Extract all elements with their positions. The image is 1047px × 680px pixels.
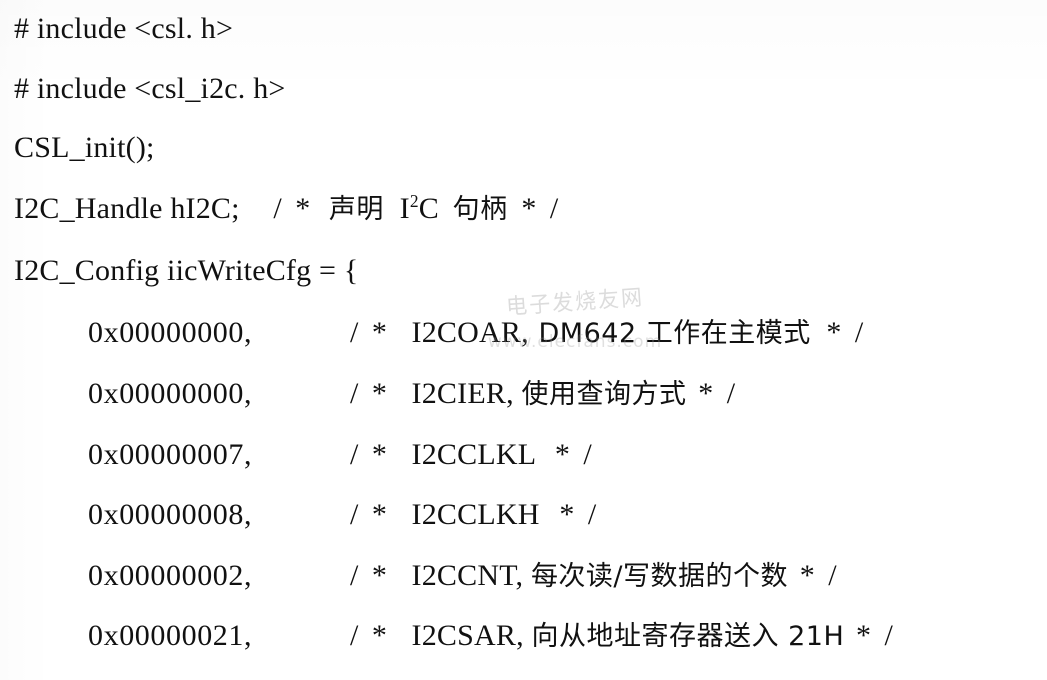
code-listing: # include <csl. h> # include <csl_i2c. h… [0, 0, 1047, 680]
hex-value: 0x00000008, [88, 498, 253, 531]
comment-description: DM642 工作在主模式 [538, 318, 811, 349]
register-name: I2CCLKL [411, 438, 536, 471]
comment-open-delimiter: / * [350, 377, 390, 410]
register-name: I2CIER, [411, 377, 514, 410]
comment-description: 向从地址寄存器送入 21H [531, 621, 845, 652]
hex-value: 0x00000021, [88, 619, 253, 652]
code-line-i2c-handle-decl: I2C_Handle hI2C; / * 声明 I2C 句柄 * / [14, 191, 562, 225]
comment-description: 使用查询方式 [521, 379, 687, 410]
code-text: I2C_Handle hI2C; [14, 192, 240, 225]
scanned-page: 电子发烧友网 www.elecfans.com # include <csl. … [0, 0, 1047, 680]
comment-close-delimiter: * / [799, 559, 840, 592]
hex-value: 0x00000002, [88, 559, 253, 592]
hex-value: 0x00000007, [88, 438, 253, 471]
code-text: CSL_init(); [14, 131, 155, 164]
code-line-include-csl: # include <csl. h> [14, 14, 233, 44]
i2c-symbol-tail: C [418, 192, 439, 225]
i2c-symbol-superscript: 2 [409, 191, 419, 211]
code-line-include-csl-i2c: # include <csl_i2c. h> [14, 74, 286, 104]
code-line-member-i2cclkl: 0x00000007, / * I2CCLKL * / [88, 440, 595, 470]
register-name: I2CCLKH [411, 498, 540, 531]
comment-chinese-suffix: 句柄 [452, 194, 508, 225]
comment-chinese-prefix: 声明 [328, 194, 384, 225]
comment-open-delimiter: / * [350, 316, 390, 349]
comment-open-delimiter: / * [350, 438, 390, 471]
code-line-member-i2ccnt: 0x00000002, / * I2CCNT, 每次读/写数据的个数 * / [88, 561, 840, 592]
comment-open-delimiter: / * [350, 619, 390, 652]
code-line-member-i2csar: 0x00000021, / * I2CSAR, 向从地址寄存器送入 21H * / [88, 621, 896, 652]
comment-close-delimiter: * / [855, 619, 896, 652]
code-line-member-i2cclkh: 0x00000008, / * I2CCLKH * / [88, 500, 599, 530]
code-line-member-i2coar: 0x00000000, / * I2COAR, DM642 工作在主模式 * / [88, 318, 866, 349]
comment-close-delimiter: * / [826, 316, 867, 349]
code-text: # include <csl_i2c. h> [14, 72, 286, 105]
comment-close-delimiter: * / [521, 192, 562, 225]
comment-open-delimiter: / * [350, 559, 390, 592]
code-text: I2C_Config iicWriteCfg = { [14, 254, 359, 287]
i2c-symbol-base: I [399, 192, 410, 225]
code-line-csl-init-call: CSL_init(); [14, 133, 155, 163]
code-line-i2c-config-decl: I2C_Config iicWriteCfg = { [14, 256, 358, 286]
register-name: I2COAR, [411, 316, 529, 349]
hex-value: 0x00000000, [88, 377, 253, 410]
register-name: I2CSAR, [411, 619, 524, 652]
comment-open-delimiter: / * [273, 192, 314, 225]
comment-close-delimiter: * / [698, 377, 739, 410]
register-name: I2CCNT, [411, 559, 524, 592]
comment-open-delimiter: / * [350, 498, 390, 531]
comment-close-delimiter: * / [554, 438, 595, 471]
comment-description: 每次读/写数据的个数 [530, 561, 789, 592]
hex-value: 0x00000000, [88, 316, 253, 349]
code-line-member-i2cier: 0x00000000, / * I2CIER, 使用查询方式 * / [88, 379, 738, 410]
code-text: # include <csl. h> [14, 12, 234, 45]
comment-close-delimiter: * / [559, 498, 600, 531]
